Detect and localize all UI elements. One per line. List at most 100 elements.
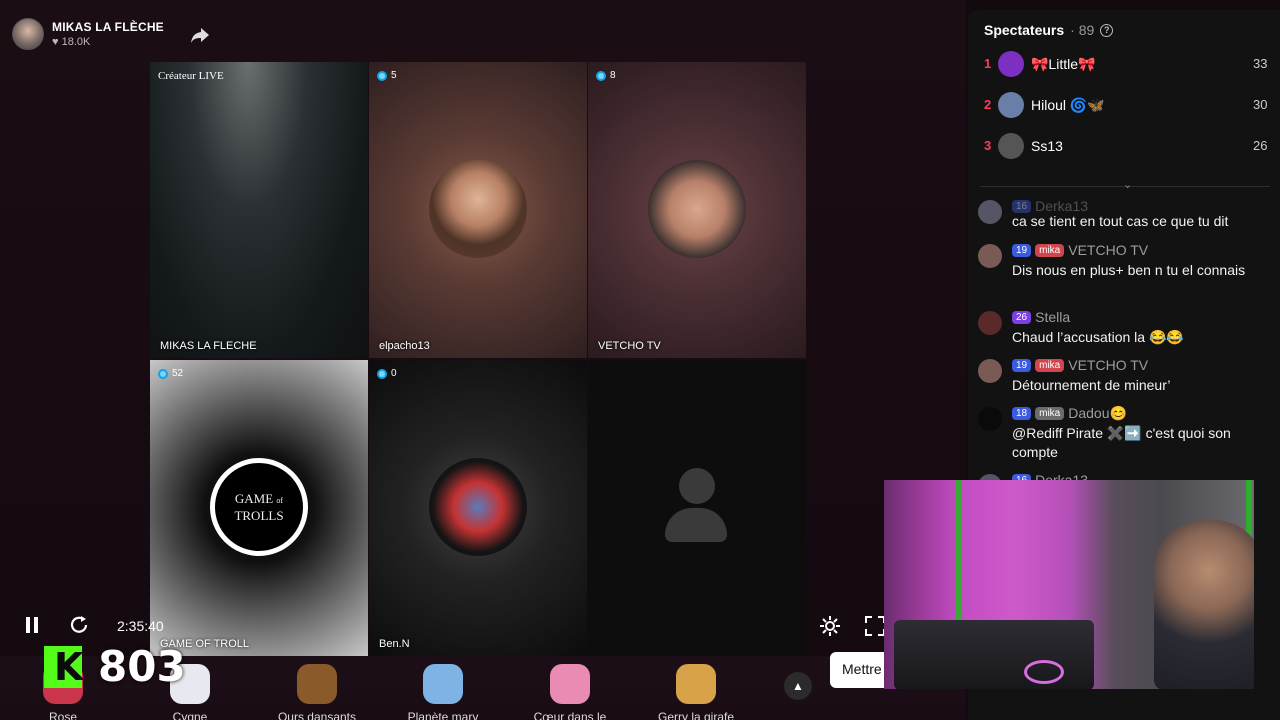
help-icon[interactable]: ? bbox=[1100, 23, 1114, 37]
gift-ours-dansants[interactable]: Ours dansants bbox=[262, 664, 372, 720]
guest-tile-game-of-troll[interactable]: 52 GAME of TROLLS GAME OF TROLL bbox=[150, 360, 368, 656]
guest-avatar bbox=[429, 160, 527, 258]
expand-gifts-chevron-up-icon[interactable]: ▲ bbox=[784, 672, 812, 700]
guest-tile-host[interactable]: Créateur LIVE MIKAS LA FLECHE bbox=[150, 62, 368, 358]
level-badge: 19 bbox=[1012, 243, 1032, 257]
creator-live-badge: Créateur LIVE bbox=[158, 70, 224, 82]
multi-guest-grid: Créateur LIVE MIKAS LA FLECHE 5 elpacho1… bbox=[150, 62, 806, 711]
viewer-row[interactable]: 1 🎀Little🎀 33 bbox=[968, 46, 1280, 82]
chat-text: ca se tient en tout cas ce que tu dit bbox=[1012, 213, 1229, 229]
level-badge: 16 bbox=[1012, 199, 1032, 213]
logo-text-1: GAME bbox=[234, 491, 274, 506]
chat-text: Chaud l’accusation la 😂😂 bbox=[1012, 329, 1184, 345]
viewer-score: 26 bbox=[1253, 138, 1268, 153]
spectators-title: Spectateurs bbox=[984, 22, 1065, 38]
gift-girafe[interactable]: Gerry la girafe bbox=[641, 664, 751, 720]
level-badge: 19 bbox=[1012, 358, 1032, 372]
gift-planete-mary[interactable]: Planète mary bbox=[388, 664, 498, 720]
viewer-row[interactable]: 3 Ss13 26 bbox=[968, 128, 1280, 164]
chat-username[interactable]: VETCHO TV bbox=[1068, 242, 1148, 258]
guest-score: 0 bbox=[391, 368, 397, 379]
guest-score-badge: 52 bbox=[158, 368, 183, 379]
chat-username[interactable]: Stella bbox=[1035, 309, 1070, 325]
gift-label: Cœur dans le bbox=[533, 710, 607, 720]
chat-text: Détournement de mineur’ bbox=[1012, 377, 1171, 393]
guest-name: VETCHO TV bbox=[598, 340, 661, 352]
score-icon bbox=[158, 368, 168, 379]
fan-club-badge: mika bbox=[1035, 243, 1065, 257]
gift-label: Cygne bbox=[172, 710, 208, 720]
gift-label: Gerry la girafe bbox=[657, 710, 735, 720]
host-likes: ♥ 18.0K bbox=[52, 36, 91, 48]
spectators-header: Spectateurs · 89 ? bbox=[984, 22, 1114, 38]
spectators-count: · 89 bbox=[1070, 22, 1095, 38]
kick-logo-icon: K bbox=[44, 646, 83, 688]
host-header[interactable]: MIKAS LA FLÈCHE ♥ 18.0K bbox=[12, 18, 164, 50]
score-icon bbox=[596, 70, 606, 81]
guest-score: 52 bbox=[172, 368, 184, 379]
guest-name: Ben.N bbox=[379, 638, 410, 650]
viewer-score: 33 bbox=[1253, 56, 1268, 71]
chat-avatar bbox=[978, 244, 1002, 268]
guest-score-badge: 0 bbox=[377, 368, 397, 379]
gift-coeur[interactable]: Cœur dans le bbox=[515, 664, 625, 720]
guest-tile-vetcho[interactable]: 8 VETCHO TV bbox=[588, 62, 806, 358]
chat-avatar bbox=[978, 359, 1002, 383]
webcam-desk bbox=[894, 620, 1094, 689]
chat-avatar bbox=[978, 407, 1002, 431]
game-of-trolls-logo: GAME of TROLLS bbox=[210, 458, 308, 556]
settings-gear-icon[interactable] bbox=[818, 614, 842, 638]
score-icon bbox=[377, 70, 387, 81]
host-avatar[interactable] bbox=[12, 18, 44, 50]
fullscreen-icon[interactable] bbox=[864, 615, 886, 637]
score-icon bbox=[377, 368, 387, 379]
chat-text: @Rediff Pirate ✖️➡️ c'est quoi son compt… bbox=[1012, 425, 1231, 460]
viewer-name: Hiloul 🌀🦋 bbox=[1031, 97, 1105, 113]
guest-score: 8 bbox=[610, 70, 616, 81]
gift-label: Ours dansants bbox=[277, 710, 357, 720]
guest-tile-elpacho13[interactable]: 5 elpacho13 bbox=[369, 62, 587, 358]
guest-name: elpacho13 bbox=[379, 340, 430, 352]
guest-tile-ben-n[interactable]: 0 Ben.N bbox=[369, 360, 587, 656]
level-badge: 18 bbox=[1012, 407, 1032, 420]
kick-viewer-count: 803 bbox=[98, 642, 186, 691]
viewer-score: 30 bbox=[1253, 97, 1268, 112]
guest-score: 5 bbox=[391, 70, 397, 81]
empty-user-icon bbox=[665, 468, 729, 544]
guest-avatar bbox=[648, 160, 746, 258]
webcam-ring-light bbox=[1024, 660, 1064, 684]
viewer-avatar bbox=[998, 133, 1024, 159]
chat-username[interactable]: Dadou😊 bbox=[1068, 405, 1127, 422]
planet-icon bbox=[423, 664, 463, 704]
viewer-row[interactable]: 2 Hiloul 🌀🦋 30 bbox=[968, 87, 1280, 123]
chat-text: Dis nous en plus+ ben n tu el connais bbox=[1012, 262, 1246, 278]
viewer-rank: 3 bbox=[984, 138, 992, 153]
giraffe-icon bbox=[676, 664, 716, 704]
chevron-down-icon[interactable]: ⌄ bbox=[1123, 178, 1132, 191]
reload-icon[interactable] bbox=[68, 614, 90, 636]
dancing-bears-icon bbox=[297, 664, 337, 704]
gift-label: Planète mary bbox=[407, 710, 479, 720]
fan-club-badge: mika bbox=[1035, 407, 1065, 420]
fan-club-badge: mika bbox=[1035, 358, 1065, 372]
viewer-name: Ss13 bbox=[1031, 138, 1063, 154]
guest-name: MIKAS LA FLECHE bbox=[160, 340, 257, 352]
heart-hands-icon bbox=[550, 664, 590, 704]
chat-avatar bbox=[978, 311, 1002, 335]
viewer-rank: 2 bbox=[984, 97, 992, 112]
guest-tile-empty[interactable] bbox=[588, 360, 806, 656]
motorcycle-avatar bbox=[429, 458, 527, 556]
stream-timer: 2:35:40 bbox=[117, 618, 164, 634]
chat-username[interactable]: VETCHO TV bbox=[1068, 357, 1148, 373]
viewer-rank: 1 bbox=[984, 56, 992, 71]
webcam-streamer bbox=[1154, 520, 1254, 689]
share-icon[interactable] bbox=[190, 26, 210, 44]
guest-score-badge: 5 bbox=[377, 70, 397, 81]
gift-label: Rose bbox=[48, 710, 77, 720]
viewer-avatar bbox=[998, 92, 1024, 118]
chat-avatar bbox=[978, 200, 1002, 224]
live-stream-area: MIKAS LA FLÈCHE ♥ 18.0K Créateur LIVE MI… bbox=[0, 0, 966, 720]
logo-text-3: TROLLS bbox=[234, 508, 284, 523]
logo-text-2: of bbox=[276, 496, 284, 505]
pause-button[interactable] bbox=[24, 614, 44, 636]
